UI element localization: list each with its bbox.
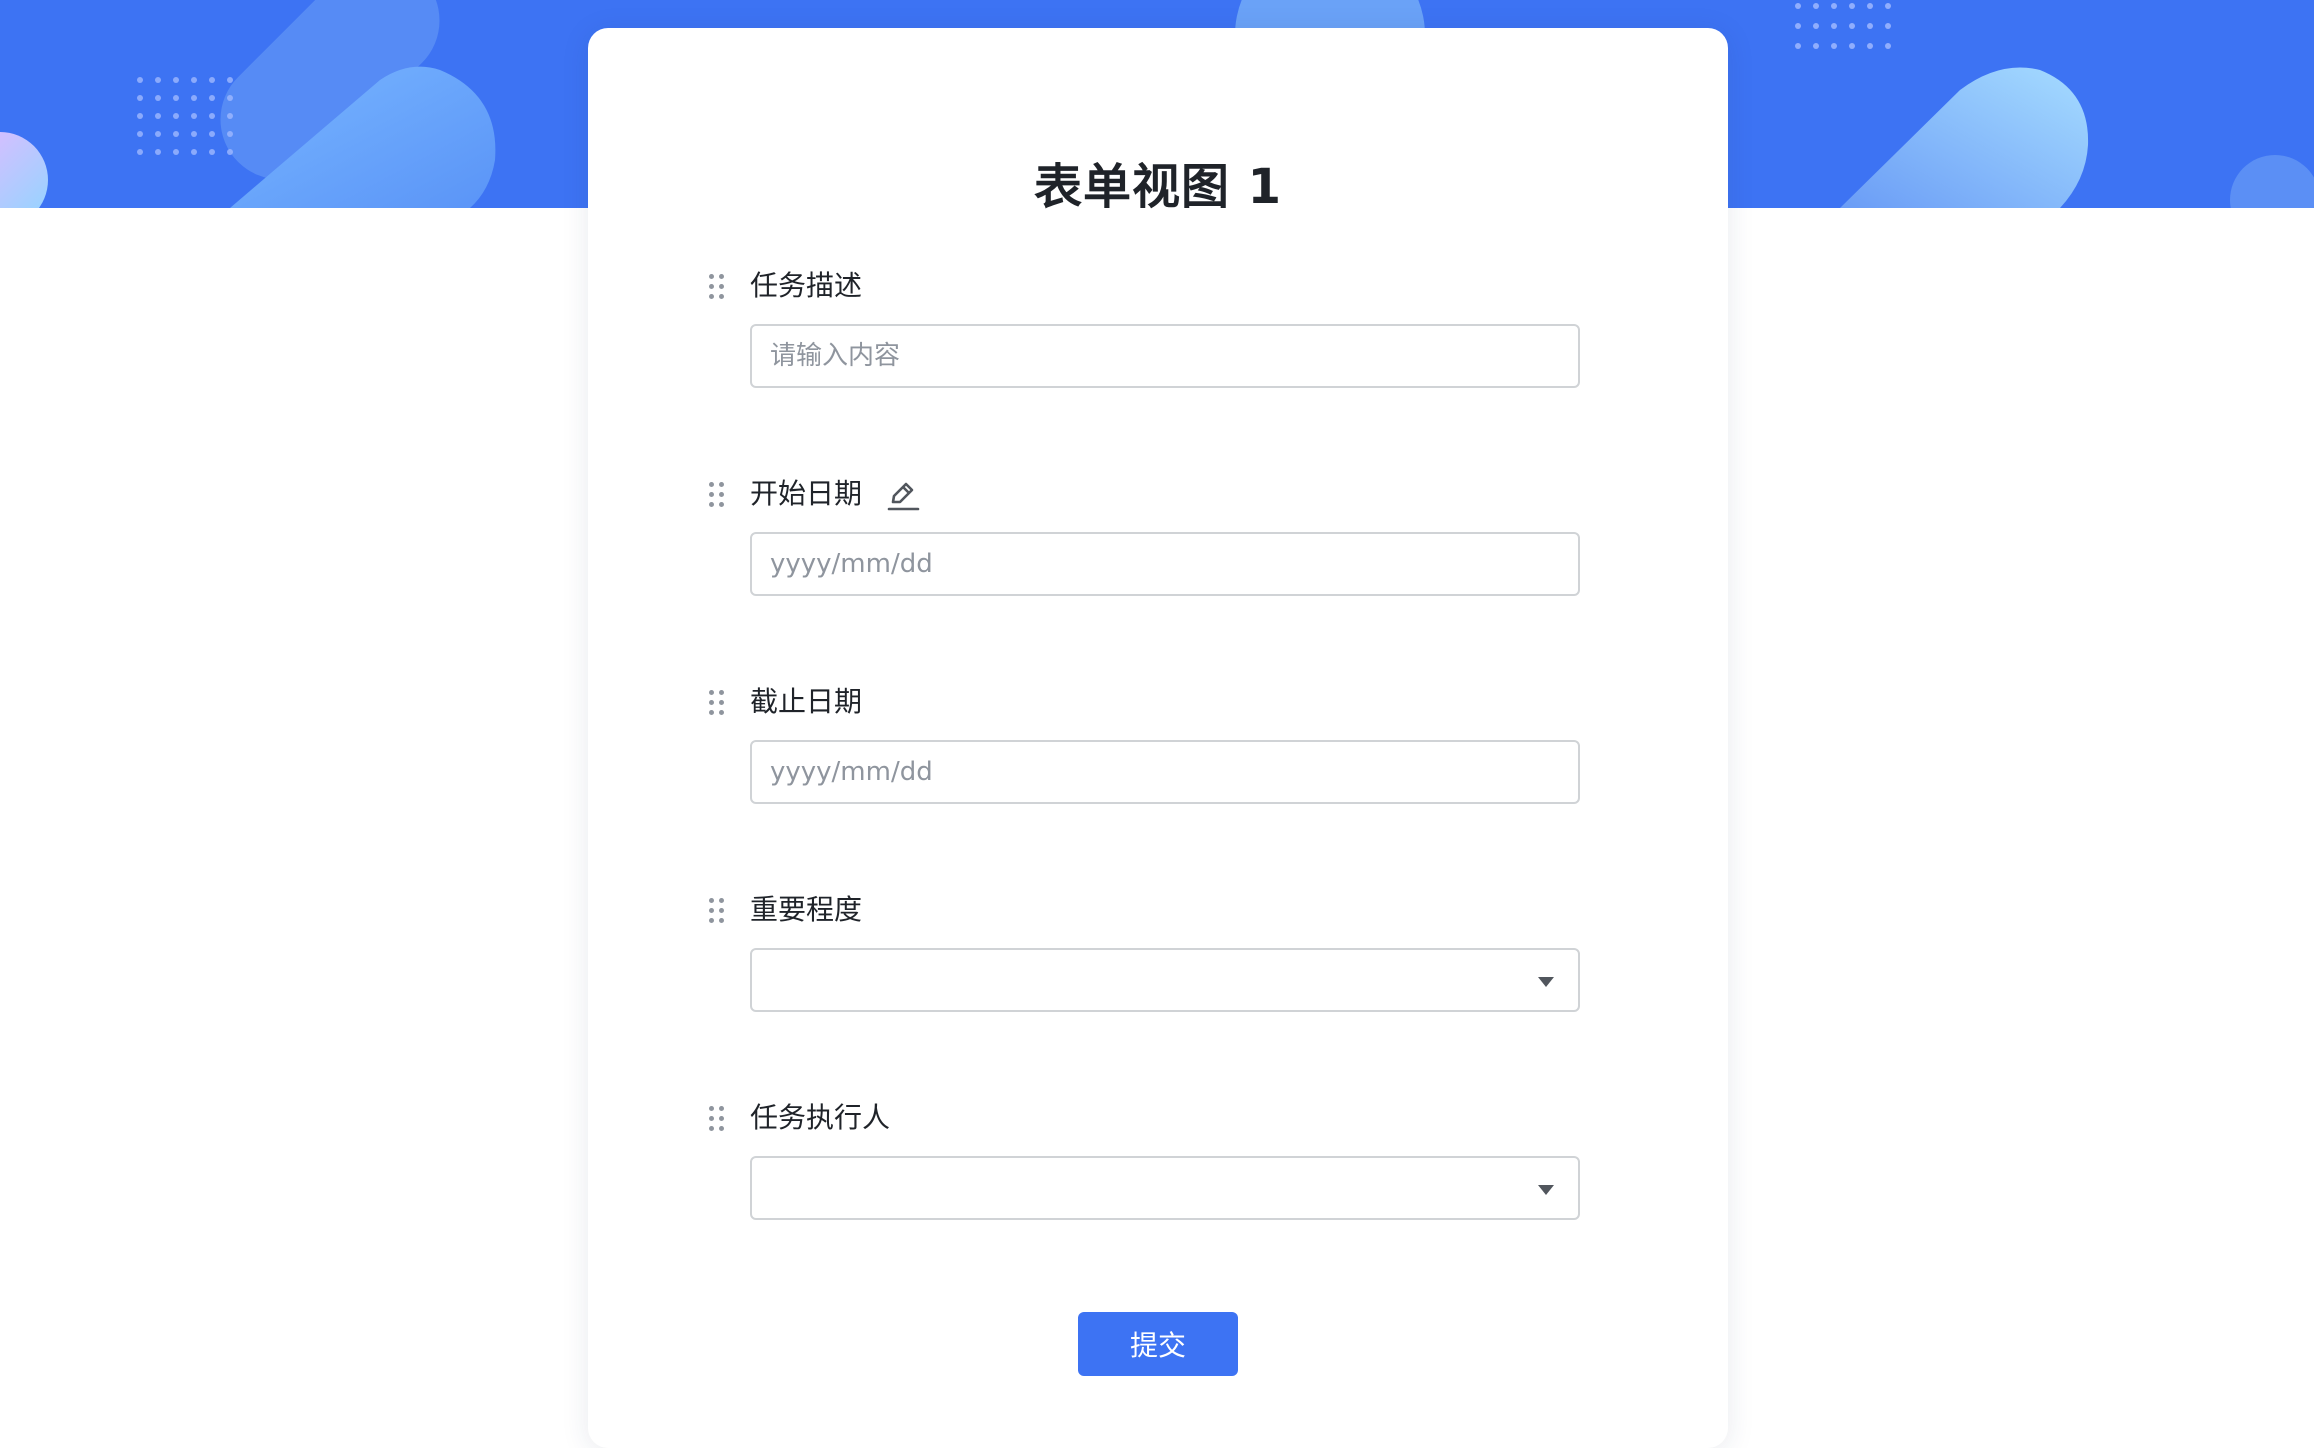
drag-handle-icon[interactable] [709, 1106, 725, 1132]
drag-handle-icon[interactable] [709, 274, 725, 300]
field-priority: 重要程度 [588, 888, 1728, 1068]
field-assignee: 任务执行人 [588, 1096, 1728, 1276]
drag-handle-icon[interactable] [709, 898, 725, 924]
field-start-date: 开始日期 [588, 472, 1728, 652]
drag-handle-icon[interactable] [709, 690, 725, 716]
field-task-description: 任务描述 [588, 264, 1728, 444]
task-description-input[interactable] [750, 324, 1580, 388]
pencil-icon[interactable] [886, 478, 920, 512]
field-label: 截止日期 [750, 685, 863, 718]
form-title: 表单视图 1 [1033, 159, 1283, 215]
due-date-input[interactable] [750, 740, 1580, 804]
priority-select[interactable] [750, 948, 1580, 1012]
field-due-date: 截止日期 [588, 680, 1728, 860]
submit-button[interactable]: 提交 [1078, 1312, 1238, 1376]
start-date-input[interactable] [750, 532, 1580, 596]
field-label: 任务描述 [750, 269, 863, 302]
caret-down-icon [1538, 977, 1554, 987]
caret-down-icon [1538, 1185, 1554, 1195]
field-label: 开始日期 [750, 477, 863, 510]
field-label: 任务执行人 [750, 1101, 891, 1134]
assignee-select[interactable] [750, 1156, 1580, 1220]
drag-handle-icon[interactable] [709, 482, 725, 508]
form-card: 表单视图 1 任务描述 开始日期 截止日期 [588, 28, 1728, 1448]
field-label: 重要程度 [750, 893, 863, 926]
